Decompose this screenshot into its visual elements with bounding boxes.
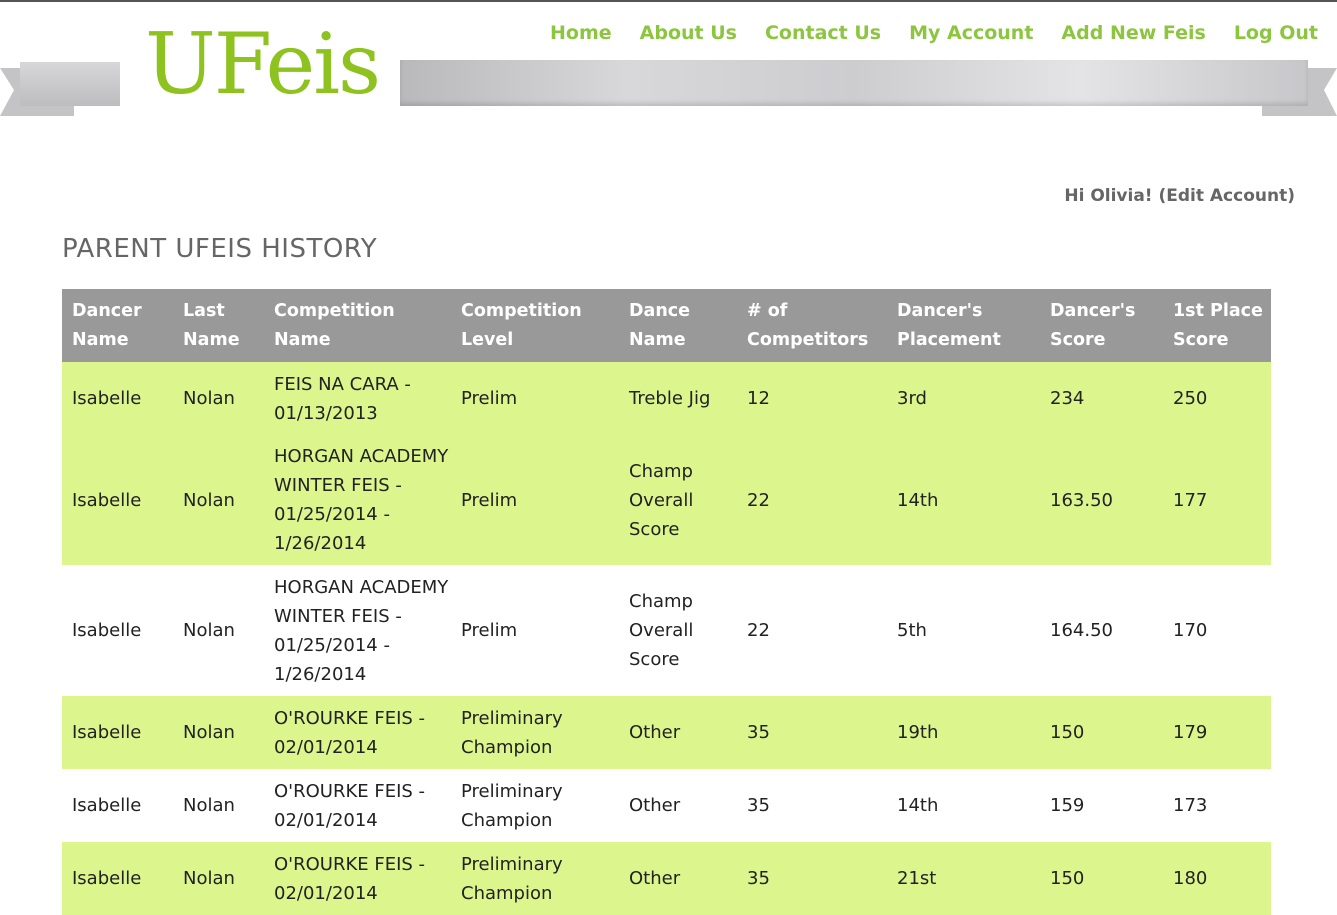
cell-last-name: Nolan (183, 489, 235, 511)
cell-score: 159 (1050, 795, 1085, 816)
table-row: Isabelle Nolan O'ROURKE FEIS -02/01/2014… (62, 842, 1271, 915)
table-header-row: Dancer Name Last Name Competition Name Comp… (62, 289, 1271, 362)
cell-dance: Champ Overall Score (629, 460, 694, 540)
cell-competition: O'ROURKE FEIS -02/01/2014 (274, 853, 426, 904)
cell-last-name: Nolan (183, 388, 235, 409)
cell-first-place: 179 (1173, 722, 1208, 743)
cell-competition: O'ROURKE FEIS -02/01/2014 (274, 780, 426, 831)
cell-competition: HORGAN ACADEMY WINTER FEIS -01/25/2014 -1… (274, 446, 449, 554)
cell-competitors: 22 (747, 620, 770, 641)
header-dancer-score: Dancer's Score (1050, 300, 1136, 350)
header-first-place-score: 1st Place Score (1173, 300, 1263, 350)
cell-first-place: 170 (1173, 620, 1208, 641)
user-greeting-edit-account-link[interactable]: Hi Olivia! (Edit Account) (1064, 186, 1295, 206)
ufeis-logo[interactable]: UFeis (145, 22, 381, 106)
table-row: Isabelle Nolan HORGAN ACADEMY WINTER FEIS… (62, 435, 1271, 565)
header-dancer-name: Dancer Name (72, 300, 142, 350)
cell-score: 150 (1050, 868, 1085, 889)
cell-score: 163.50 (1050, 489, 1113, 511)
cell-competitors: 22 (747, 489, 770, 511)
nav-my-account[interactable]: My Account (909, 20, 1033, 46)
cell-placement: 14th (897, 795, 939, 816)
cell-first-place: 180 (1173, 868, 1208, 889)
cell-level: Preliminary Champion (461, 853, 563, 904)
header-competition-level: Competition Level (461, 300, 582, 350)
cell-competitors: 35 (747, 795, 770, 816)
cell-competition: O'ROURKE FEIS -02/01/2014 (274, 707, 426, 758)
header-competition-name: Competition Name (274, 300, 395, 350)
table-row: Isabelle Nolan FEIS NA CARA -01/13/2013 … (62, 362, 1271, 435)
cell-placement: 14th (897, 489, 939, 511)
cell-dance: Treble Jig (629, 388, 711, 409)
cell-first-place: 250 (1173, 388, 1208, 409)
header-competitors: # of Competitors (747, 300, 869, 350)
cell-first-place: 177 (1173, 489, 1208, 511)
cell-level: Preliminary Champion (461, 780, 563, 831)
cell-last-name: Nolan (183, 620, 235, 641)
cell-last-name: Nolan (183, 722, 235, 743)
cell-score: 164.50 (1050, 620, 1113, 641)
cell-score: 234 (1050, 388, 1085, 409)
cell-competition: HORGAN ACADEMY WINTER FEIS -01/25/2014 -1… (274, 576, 449, 685)
nav-home[interactable]: Home (550, 20, 612, 46)
cell-dancer: Isabelle (72, 489, 142, 511)
table-row: Isabelle Nolan O'ROURKE FEIS -02/01/2014… (62, 769, 1271, 842)
cell-placement: 19th (897, 722, 939, 743)
header-ribbon (400, 60, 1308, 106)
nav-about-us[interactable]: About Us (640, 20, 737, 46)
cell-competitors: 12 (747, 388, 770, 409)
cell-placement: 21st (897, 868, 937, 889)
cell-last-name: Nolan (183, 795, 235, 816)
history-table: Dancer Name Last Name Competition Name Comp… (62, 289, 1271, 915)
cell-dancer: Isabelle (72, 868, 142, 889)
ribbon-left-tail-icon (0, 68, 74, 116)
cell-dance: Other (629, 868, 681, 889)
cell-level: Prelim (461, 388, 518, 409)
cell-dancer: Isabelle (72, 388, 142, 409)
cell-dancer: Isabelle (72, 620, 142, 641)
cell-level: Prelim (461, 620, 518, 641)
cell-dancer: Isabelle (72, 795, 142, 816)
cell-score: 150 (1050, 722, 1085, 743)
cell-first-place: 173 (1173, 795, 1208, 816)
header-placement: Dancer's Placement (897, 300, 1001, 350)
cell-dance: Other (629, 795, 681, 816)
cell-last-name: Nolan (183, 868, 235, 889)
cell-dance: Champ Overall Score (629, 591, 694, 670)
cell-placement: 3rd (897, 388, 927, 409)
nav-log-out[interactable]: Log Out (1234, 20, 1318, 46)
header-dance-name: Dance Name (629, 300, 691, 350)
cell-dance: Other (629, 722, 681, 743)
table-row: Isabelle Nolan O'ROURKE FEIS -02/01/2014… (62, 696, 1271, 769)
cell-placement: 5th (897, 620, 927, 641)
cell-level: Prelim (461, 489, 518, 511)
cell-level: Preliminary Champion (461, 707, 563, 758)
page-title: PARENT UFEIS HISTORY (62, 234, 378, 264)
top-border (0, 0, 1337, 2)
ribbon-right-tail-icon (1262, 68, 1337, 116)
main-nav: Home About Us Contact Us My Account Add … (550, 20, 1318, 46)
cell-competitors: 35 (747, 722, 770, 743)
nav-contact-us[interactable]: Contact Us (765, 20, 881, 46)
header-last-name: Last Name (183, 300, 240, 350)
cell-dancer: Isabelle (72, 722, 142, 743)
table-row: Isabelle Nolan HORGAN ACADEMY WINTER FEIS… (62, 565, 1271, 696)
nav-add-new-feis[interactable]: Add New Feis (1061, 20, 1205, 46)
cell-competitors: 35 (747, 868, 770, 889)
cell-competition: FEIS NA CARA -01/13/2013 (274, 373, 411, 424)
